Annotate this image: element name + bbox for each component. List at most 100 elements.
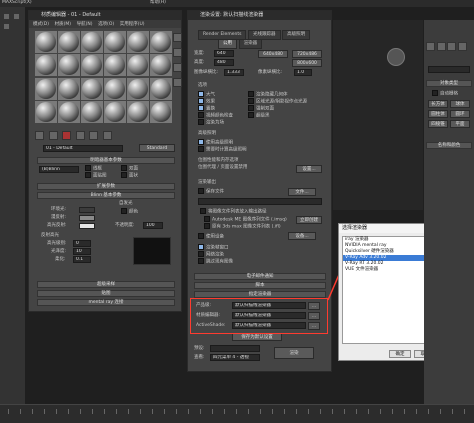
sample-slot[interactable] bbox=[150, 77, 172, 100]
sample-slot[interactable] bbox=[150, 31, 172, 53]
save-file-checkbox[interactable]: 保存文件 bbox=[198, 188, 224, 196]
sample-slot[interactable] bbox=[58, 54, 80, 77]
rollout-scripts[interactable]: 脚本 bbox=[194, 282, 326, 289]
specular-swatch[interactable] bbox=[79, 223, 95, 229]
face-map-option[interactable]: 面贴图 bbox=[85, 172, 107, 180]
sample-slot[interactable] bbox=[104, 54, 126, 77]
create-tab-icon[interactable] bbox=[426, 42, 435, 51]
sample-slot[interactable] bbox=[150, 100, 172, 123]
menu-maxscript[interactable]: MAXScript(X) bbox=[2, 0, 32, 6]
glossiness-field[interactable]: 10 bbox=[73, 248, 91, 255]
sample-slot[interactable] bbox=[35, 77, 57, 100]
bitmap-setup-button[interactable]: 设置... bbox=[296, 165, 322, 173]
create-now-button[interactable]: 立即创建 bbox=[296, 216, 322, 224]
sample-slot[interactable] bbox=[150, 54, 172, 77]
get-material-icon[interactable] bbox=[35, 131, 44, 140]
object-type-rollout[interactable]: 对象类型 bbox=[426, 80, 472, 87]
sample-slot[interactable] bbox=[127, 54, 149, 77]
output-path-field[interactable] bbox=[198, 198, 322, 205]
sample-slot[interactable] bbox=[104, 100, 126, 123]
viewcube-icon[interactable] bbox=[387, 48, 405, 66]
pyramid-button[interactable]: 四棱锥 bbox=[428, 120, 448, 128]
reset-icon[interactable] bbox=[62, 131, 72, 140]
show-map-icon[interactable] bbox=[89, 131, 99, 140]
shader-select[interactable]: (B)Blinn bbox=[39, 166, 79, 173]
view-dropdown[interactable]: 四元菜单 4 - 透视 bbox=[210, 354, 260, 361]
rollout-maps[interactable]: 贴图 bbox=[37, 290, 175, 297]
sample-slot[interactable] bbox=[35, 54, 57, 77]
preset-800x600[interactable]: 800x600 bbox=[292, 59, 322, 67]
sphere-button[interactable]: 球体 bbox=[450, 100, 470, 108]
tab-renderer[interactable]: 渲染器 bbox=[238, 39, 263, 49]
rollout-blinn-basic[interactable]: Blinn 基本参数 bbox=[37, 192, 175, 199]
sample-slot[interactable] bbox=[58, 31, 80, 53]
sample-slot[interactable] bbox=[81, 100, 103, 123]
cylinder-button[interactable]: 圆柱体 bbox=[428, 110, 448, 118]
menu-material[interactable]: 材质(M) bbox=[55, 22, 71, 27]
box-button[interactable]: 长方体 bbox=[428, 100, 448, 108]
rollout-assign-renderer[interactable]: 指定渲染器 bbox=[194, 291, 326, 298]
select-tool-icon[interactable] bbox=[3, 13, 10, 20]
pixel-aspect-field[interactable]: 1.0 bbox=[294, 69, 312, 76]
menu-mode[interactable]: 模式(D) bbox=[33, 22, 49, 27]
rollout-email[interactable]: 电子邮件通知 bbox=[194, 273, 326, 280]
skip-existing-checkbox[interactable]: 跳过现有图像 bbox=[198, 258, 233, 266]
rollout-mental-ray[interactable]: mental ray 连接 bbox=[37, 299, 175, 306]
backlight-icon[interactable] bbox=[173, 33, 182, 42]
menu-options[interactable]: 选项(O) bbox=[98, 22, 114, 27]
sample-slot[interactable] bbox=[58, 100, 80, 123]
spec-level-field[interactable]: 0 bbox=[73, 240, 91, 247]
tab-common[interactable]: 公用 bbox=[218, 39, 237, 49]
ok-button[interactable]: 确定 bbox=[389, 350, 411, 358]
diffuse-swatch[interactable] bbox=[79, 215, 95, 221]
link-icon[interactable] bbox=[3, 23, 10, 30]
assign-material-icon[interactable] bbox=[48, 131, 58, 140]
height-field[interactable]: 480 bbox=[214, 59, 234, 66]
render-button[interactable]: 渲染 bbox=[274, 347, 314, 359]
viewport[interactable] bbox=[333, 20, 423, 210]
preset-dropdown[interactable] bbox=[210, 345, 260, 352]
material-type-button[interactable]: Standard bbox=[139, 144, 175, 152]
sample-slot[interactable] bbox=[58, 77, 80, 100]
options-icon[interactable] bbox=[173, 78, 182, 87]
menu-help[interactable]: 帮助(H) bbox=[150, 0, 166, 6]
legacy-image-list[interactable]: 原有 3ds max 图像文件列表 (.ifl) bbox=[204, 223, 281, 231]
video-check-icon[interactable] bbox=[173, 63, 182, 72]
sample-slot[interactable] bbox=[81, 31, 103, 53]
soften-field[interactable]: 0.1 bbox=[73, 256, 91, 263]
menu-utilities[interactable]: 实用程序(U) bbox=[120, 22, 145, 27]
devices-button[interactable]: 设备... bbox=[288, 232, 316, 240]
sample-slot[interactable] bbox=[81, 77, 103, 100]
renderer-option-vue[interactable]: VUE 文件渲染器 bbox=[343, 267, 436, 273]
menu-navigation[interactable]: 导航(N) bbox=[77, 22, 93, 27]
material-name-field[interactable]: 01 - Default bbox=[43, 145, 123, 152]
preset-720x486[interactable]: 720x486 bbox=[292, 50, 322, 58]
compute-advanced-lighting[interactable]: 需要时计算高级照明 bbox=[198, 146, 247, 154]
rollout-extended[interactable]: 扩展参数 bbox=[37, 183, 175, 190]
save-as-default-button[interactable]: 保存为默认设置 bbox=[232, 333, 282, 341]
opt-super-black[interactable]: 超级黑 bbox=[248, 112, 270, 120]
motion-tab-icon[interactable] bbox=[457, 42, 467, 51]
sample-slot[interactable] bbox=[104, 31, 126, 53]
torus-button[interactable]: 圆环 bbox=[450, 110, 470, 118]
go-parent-icon[interactable] bbox=[102, 131, 112, 140]
sample-slot[interactable] bbox=[127, 100, 149, 123]
width-field[interactable]: 640 bbox=[214, 50, 234, 57]
opacity-field[interactable]: 100 bbox=[143, 222, 163, 229]
name-color-rollout[interactable]: 名称和颜色 bbox=[426, 142, 472, 149]
background-icon[interactable] bbox=[173, 48, 182, 57]
ambient-swatch[interactable] bbox=[79, 207, 95, 213]
hierarchy-tab-icon[interactable] bbox=[447, 42, 457, 51]
copy-icon[interactable] bbox=[75, 131, 85, 140]
sample-slot[interactable] bbox=[35, 100, 57, 123]
plane-button[interactable]: 平面 bbox=[450, 120, 470, 128]
sample-slot[interactable] bbox=[127, 77, 149, 100]
preset-640x480[interactable]: 640x480 bbox=[258, 50, 288, 58]
sample-slot[interactable] bbox=[104, 77, 126, 100]
undo-icon[interactable] bbox=[13, 13, 20, 20]
put-image-file-list[interactable]: 将图像文件列表放入输出路径 bbox=[200, 208, 267, 216]
sample-slot[interactable] bbox=[35, 31, 57, 53]
use-device-checkbox[interactable]: 使用设备 bbox=[198, 233, 224, 241]
opt-render-fields[interactable]: 渲染为场 bbox=[198, 119, 224, 127]
image-aspect-field[interactable]: 1.333 bbox=[224, 69, 244, 76]
